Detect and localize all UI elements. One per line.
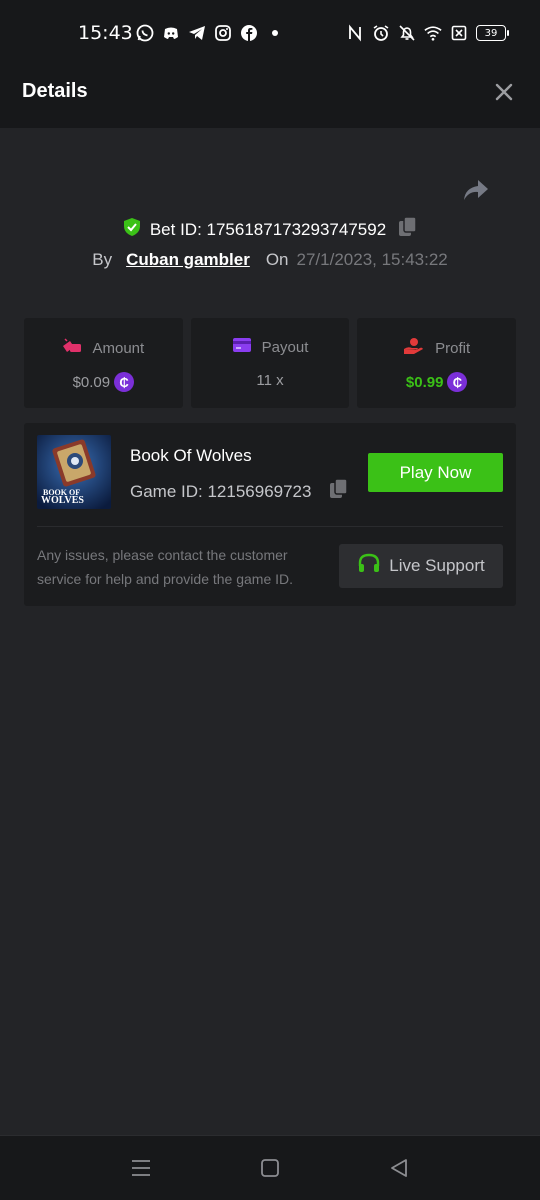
- stat-amount: Amount $0.09 ₵: [24, 318, 183, 408]
- amount-label: Amount: [92, 340, 145, 357]
- on-label: On: [265, 250, 289, 269]
- details-header: Details: [0, 56, 540, 128]
- wifi-icon: [424, 24, 442, 42]
- discord-icon: [162, 24, 180, 42]
- game-name: Book Of Wolves: [130, 446, 252, 465]
- copy-bet-id-icon[interactable]: [398, 216, 418, 243]
- copy-game-id-icon[interactable]: [329, 478, 349, 505]
- payout-label: Payout: [261, 339, 309, 356]
- stat-payout: Payout 11 x: [190, 318, 350, 408]
- game-id-line: Game ID: 12156969723: [130, 478, 349, 505]
- nfc-icon: [346, 24, 364, 42]
- home-icon[interactable]: [258, 1156, 282, 1180]
- profit-icon: [403, 337, 425, 360]
- instagram-icon: [214, 24, 232, 42]
- profit-label: Profit: [435, 340, 471, 357]
- status-bar: 15:43 39: [0, 0, 540, 56]
- coin-icon: ₵: [114, 372, 135, 392]
- coin-icon: ₵: [447, 372, 468, 392]
- notification-icons: [136, 24, 284, 42]
- close-icon[interactable]: [494, 82, 514, 102]
- sim-off-icon: [450, 24, 468, 42]
- profit-value: $0.99: [405, 373, 444, 391]
- username-link[interactable]: Cuban gambler: [126, 250, 250, 270]
- thumb-text-line2: WOLVES: [41, 495, 84, 506]
- verified-shield-icon: [122, 217, 142, 242]
- payout-value: 11 x: [256, 372, 284, 389]
- divider: [37, 526, 503, 527]
- game-card: BOOK OF WOLVES Book Of Wolves Game ID: 1…: [24, 423, 516, 606]
- facebook-icon: [240, 24, 258, 42]
- menu-icon[interactable]: [129, 1156, 153, 1180]
- mute-icon: [398, 24, 416, 42]
- back-icon[interactable]: [387, 1156, 411, 1180]
- status-time: 15:43: [78, 22, 133, 44]
- system-icons: 39: [346, 24, 509, 42]
- headset-icon: [357, 552, 381, 581]
- stat-profit: Profit $0.99 ₵: [357, 318, 517, 408]
- whatsapp-icon: [136, 24, 154, 42]
- by-label: By: [92, 250, 113, 269]
- amount-value: $0.09: [72, 373, 111, 391]
- game-thumbnail[interactable]: BOOK OF WOLVES: [37, 435, 111, 509]
- bet-date: 27/1/2023, 15:43:22: [296, 250, 448, 269]
- live-support-label: Live Support: [389, 556, 485, 575]
- bet-meta-line: By Cuban gambler On 27/1/2023, 15:43:22: [0, 250, 540, 270]
- game-id: Game ID: 12156969723: [130, 481, 312, 501]
- share-icon[interactable]: [462, 178, 490, 204]
- system-nav-bar: [0, 1135, 540, 1200]
- page-title: Details: [22, 80, 88, 102]
- bet-id: Bet ID: 1756187173293747592: [149, 219, 387, 239]
- payout-icon: [232, 337, 252, 358]
- play-now-button[interactable]: Play Now: [368, 453, 503, 492]
- amount-icon: [62, 337, 82, 360]
- dot-icon: [266, 24, 284, 42]
- battery-icon: 39: [476, 25, 509, 41]
- alarm-icon: [372, 24, 390, 42]
- bet-stats: Amount $0.09 ₵ Payout 11 x Profit $0.99 …: [24, 318, 517, 408]
- support-text: Any issues, please contact the customer …: [37, 547, 294, 587]
- bet-id-line: Bet ID: 1756187173293747592: [0, 216, 540, 243]
- live-support-button[interactable]: Live Support: [339, 544, 503, 588]
- telegram-icon: [188, 24, 206, 42]
